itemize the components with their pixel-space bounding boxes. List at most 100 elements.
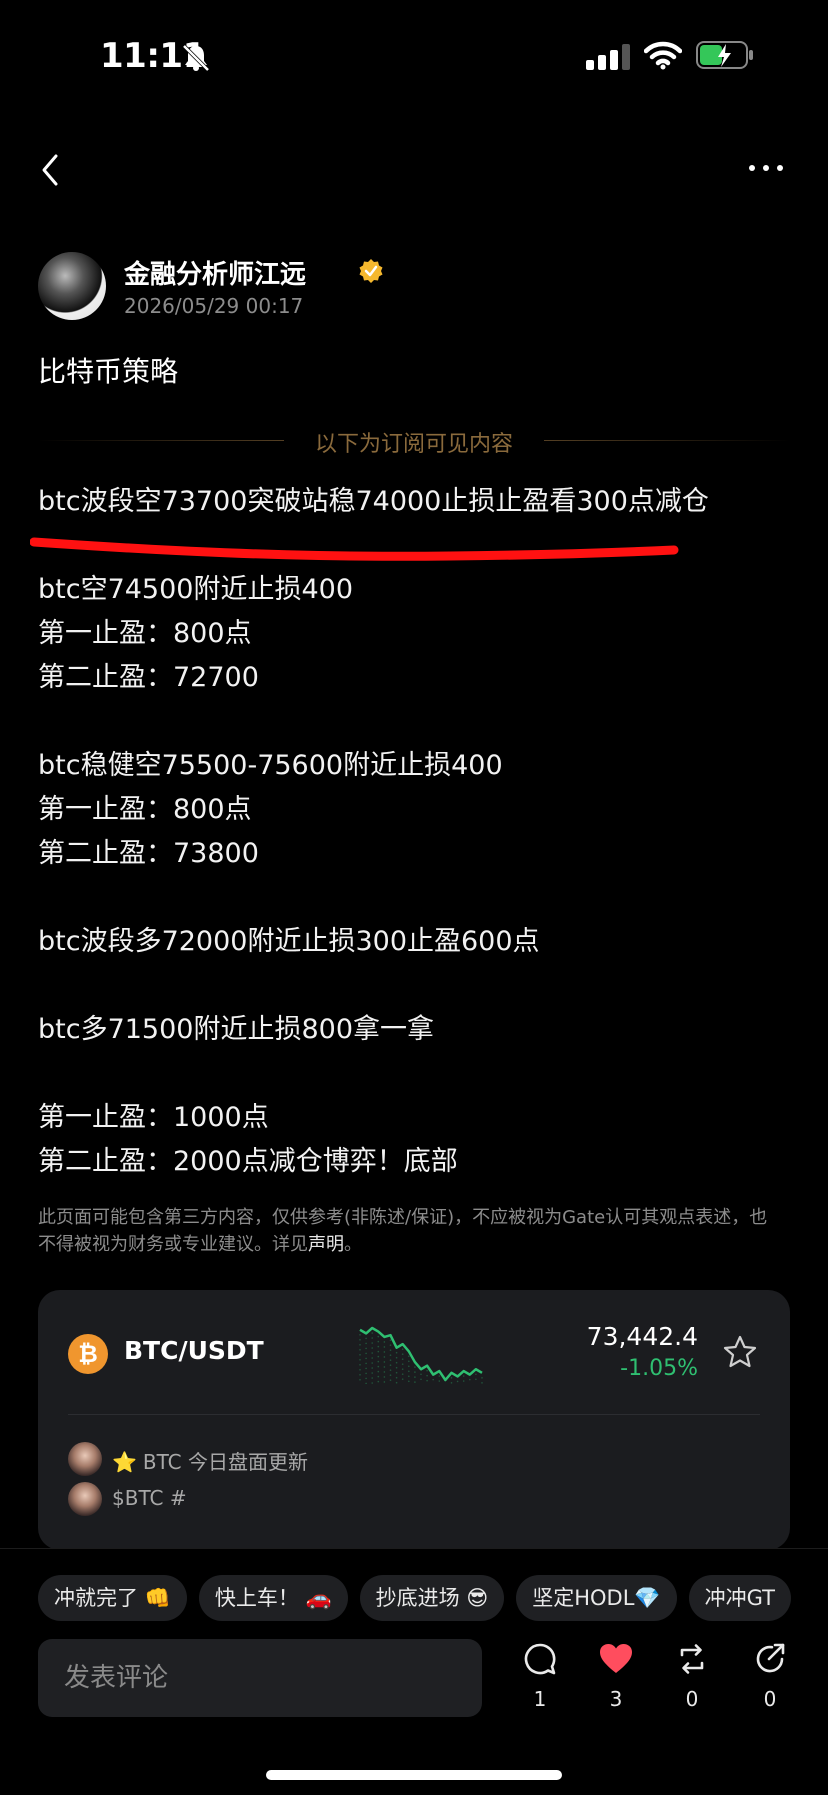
sparkline-fill-dot [371,1362,373,1364]
red-underline-annotation [30,537,679,561]
comment-input[interactable] [38,1639,482,1717]
bell-muted-icon [182,44,210,72]
cellular-signal-icon [586,44,630,70]
sparkline-fill-dot [365,1377,367,1380]
sparkline-fill-dot [456,1380,459,1383]
sparkline-fill-dot [371,1382,373,1384]
subscription-divider-label: 以下为订阅可见内容 [314,432,513,457]
sparkline-fill-dot [383,1371,386,1373]
post-line-spacer [38,876,798,920]
author-name[interactable]: 金融分析师江远 [124,254,306,291]
sparkline-fill-dot [401,1368,404,1370]
sparkline-fill-dot [401,1373,404,1375]
sparkline-fill-dot [365,1357,367,1360]
sparkline-fill-dot [432,1378,434,1381]
sparkline-fill-dot [377,1350,380,1353]
sparkline-fill-dot [377,1375,380,1378]
author-avatar[interactable] [38,252,106,320]
related-post-row[interactable]: $BTC # [68,1482,760,1518]
post-timestamp: 2026/05/29 00:17 [124,294,304,318]
quick-reply-chip[interactable]: 冲就完了 👊 [38,1575,187,1621]
sparkline-fill-dot [408,1375,410,1378]
comment-button[interactable]: 1 [510,1641,570,1721]
repost-count: 0 [685,1687,699,1711]
comment-count: 1 [533,1687,547,1711]
sparkline-fill-dot [365,1342,367,1345]
back-arrow-icon[interactable] [36,150,66,190]
sparkline-fill-dot [438,1375,441,1377]
sparkline-fill-dot [401,1348,404,1350]
bottom-panel: 冲就完了 👊快上车！ 🚗抄底进场 😎坚定HODL💎冲冲GT 1 3 0 0 [0,1548,828,1795]
sparkline-fill-dot [365,1372,367,1375]
post-line-spacer [38,964,798,1008]
sparkline-fill-dot [426,1374,428,1377]
sparkline-fill-dot [401,1358,404,1360]
related-post-row[interactable]: ⭐ BTC 今日盘面更新 [68,1442,760,1478]
status-bar: 11:11 [0,0,828,110]
disclaimer-link[interactable]: 声明 [308,1234,344,1255]
share-button[interactable]: 0 [740,1641,800,1721]
sparkline-fill-dot [462,1375,465,1377]
sparkline-fill-dot [414,1381,416,1383]
sparkline-fill-dot [389,1349,392,1351]
sparkline-fill-dot [475,1378,477,1381]
battery-charging-icon [696,41,753,69]
sparkline-fill-dot [450,1382,453,1384]
quick-reply-chip[interactable]: 冲冲GT [688,1575,791,1621]
sparkline-fill-dot [408,1370,410,1373]
favorite-star-icon[interactable] [722,1334,758,1370]
repost-icon [680,1644,704,1674]
sparkline-fill-dot [395,1366,398,1369]
related-post-text: ⭐ BTC 今日盘面更新 [112,1446,308,1475]
disclaimer-end: 。 [344,1234,362,1255]
sparkline-fill-dot [408,1360,410,1363]
sparkline-fill-dot [383,1341,386,1343]
post-line: 第二止盈：72700 [38,662,259,693]
sparkline-fill-dot [401,1353,404,1355]
sparkline-fill-dot [359,1348,361,1351]
sparkline-fill-dot [395,1361,398,1364]
post-line: btc稳健空75500-75600附近止损400 [38,750,503,781]
post-line: btc多71500附近止损800拿一拿 [38,1014,434,1045]
repost-button[interactable]: 0 [662,1641,722,1721]
share-count: 0 [763,1687,777,1711]
sparkline-fill-dot [395,1371,398,1374]
sparkline-fill-dot [389,1369,392,1371]
subscription-divider: 以下为订阅可见内容 [38,426,790,457]
comment-bubble-icon [524,1643,556,1675]
disclaimer-text: 此页面可能包含第三方内容，仅供参考(非陈述/保证)，不应被视为Gate认可其观点… [38,1207,768,1255]
ticker-card[interactable]: ₿ BTC/USDT 73,442.4 -1.05% ⭐ BTC 今日盘面更新 $… [38,1290,790,1550]
sparkline-fill-dot [359,1363,361,1366]
sparkline-fill-dot [359,1353,361,1356]
sparkline-fill-dot [377,1380,380,1383]
sparkline-fill-dot [420,1373,422,1376]
sparkline-fill-dot [365,1382,367,1384]
sparkline-fill-dot [377,1360,380,1363]
like-button[interactable]: 3 [586,1641,646,1721]
quick-reply-chip[interactable]: 抄底进场 😎 [359,1575,505,1621]
sparkline-fill-dot [359,1333,361,1336]
quick-reply-chip[interactable]: 坚定HODL💎 [516,1575,677,1621]
sparkline-fill-dot [371,1367,373,1369]
sparkline-fill-dot [389,1354,392,1356]
quick-reply-chip[interactable]: 快上车！ 🚗 [198,1575,348,1621]
sparkline-fill-dot [481,1377,483,1379]
post-line: 第二止盈：2000点减仓博弈！底部 [38,1146,458,1177]
sparkline-fill-dot [383,1351,386,1353]
more-options-icon[interactable] [746,156,786,180]
sparkline-fill-dot [377,1370,380,1373]
sparkline-fill-dot [377,1340,380,1343]
sparkline-fill-dot [365,1347,367,1350]
post-body: btc波段空73700突破站稳74000止损止盈看300点减仓 btc空7450… [38,480,798,1184]
post-line: btc波段多72000附近止损300止盈600点 [38,926,540,957]
trading-pair[interactable]: BTC/USDT [124,1336,264,1365]
post-line: 第二止盈：73800 [38,838,259,869]
sparkline-fill-dot [371,1347,373,1349]
heart-icon [600,1644,632,1673]
author-header[interactable]: 金融分析师江远 2026/05/29 00:17 [38,252,798,322]
sparkline-fill-dot [401,1378,404,1380]
card-divider [68,1414,760,1415]
sparkline-fill-dot [462,1380,465,1382]
sparkline-fill-dot [359,1378,361,1381]
sparkline-fill-dot [389,1344,392,1346]
